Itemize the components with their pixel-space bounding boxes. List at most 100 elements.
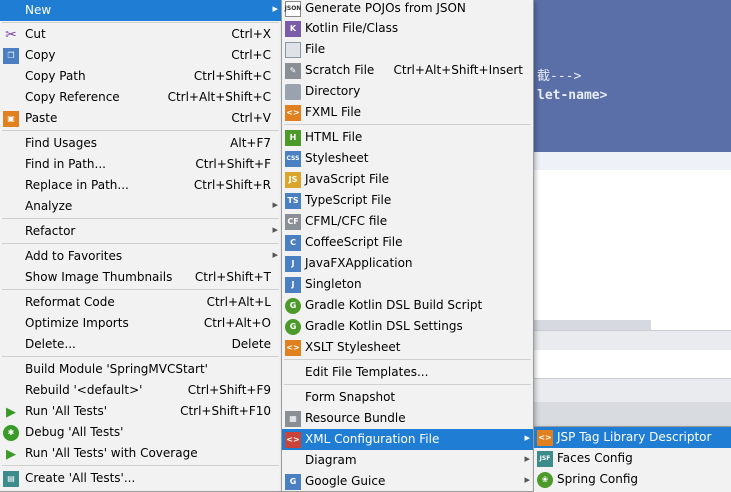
menu-item-new[interactable]: New ▸	[0, 0, 281, 21]
menu-item-label: FXML File	[305, 105, 362, 119]
menu-item-stylesheet[interactable]: CSS Stylesheet	[282, 148, 533, 169]
menu-item-javafx-application[interactable]: J JavaFXApplication	[282, 253, 533, 274]
menu-item-label: Rebuild '<default>'	[25, 383, 143, 397]
menu-item-create-all-tests[interactable]: ▤ Create 'All Tests'...	[0, 468, 281, 489]
menu-item-label: Scratch File	[305, 63, 375, 77]
xml-file-icon: <>	[537, 430, 553, 446]
menu-item-generate-pojos[interactable]: JSON Generate POJOs from JSON	[282, 0, 533, 19]
menu-item-shortcut: Ctrl+C	[231, 48, 271, 62]
menu-item-cfml-file[interactable]: CF CFML/CFC file	[282, 211, 533, 232]
menu-item-typescript-file[interactable]: TS TypeScript File	[282, 190, 533, 211]
editor-code-line: 截--->	[537, 69, 582, 84]
css-file-icon: CSS	[285, 151, 301, 167]
menu-item-label: Kotlin File/Class	[305, 21, 399, 35]
menu-item-spring-config[interactable]: ❀ Spring Config	[534, 469, 731, 490]
create-test-icon: ▤	[3, 471, 19, 487]
google-guice-icon: G	[285, 474, 301, 490]
menu-item-label: XML Configuration File	[305, 432, 440, 446]
menu-item-shortcut: Ctrl+Shift+R	[193, 178, 271, 192]
menu-separator	[284, 384, 531, 385]
menu-item-run-all-tests[interactable]: ▶ Run 'All Tests' Ctrl+Shift+F10	[0, 401, 281, 422]
menu-item-copy-reference[interactable]: Copy Reference Ctrl+Alt+Shift+C	[0, 87, 281, 108]
menu-item-diagram[interactable]: Diagram ▸	[282, 450, 533, 471]
menu-item-reformat-code[interactable]: Reformat Code Ctrl+Alt+L	[0, 292, 281, 313]
menu-item-kotlin-file[interactable]: K Kotlin File/Class	[282, 18, 533, 39]
menu-item-shortcut: Ctrl+Alt+L	[206, 295, 271, 309]
tool-window-bar	[533, 378, 731, 402]
menu-item-label: Run 'All Tests'	[25, 404, 107, 418]
menu-item-build-module[interactable]: Build Module 'SpringMVCStart'	[0, 359, 281, 380]
menu-item-rebuild[interactable]: Rebuild '<default>' Ctrl+Shift+F9	[0, 380, 281, 401]
menu-item-refactor[interactable]: Refactor ▸	[0, 221, 281, 242]
new-submenu: JSON Generate POJOs from JSON K Kotlin F…	[281, 0, 534, 492]
menu-item-label: File	[305, 42, 326, 56]
menu-item-find-usages[interactable]: Find Usages Alt+F7	[0, 133, 281, 154]
menu-item-show-image-thumbnails[interactable]: Show Image Thumbnails Ctrl+Shift+T	[0, 267, 281, 288]
editor-scrollbar[interactable]	[533, 320, 651, 330]
menu-item-form-snapshot[interactable]: Form Snapshot	[282, 387, 533, 408]
menu-item-copy[interactable]: ❐ Copy Ctrl+C	[0, 45, 281, 66]
menu-item-gradle-kotlin-settings[interactable]: G Gradle Kotlin DSL Settings	[282, 316, 533, 337]
menu-item-replace-in-path[interactable]: Replace in Path... Ctrl+Shift+R	[0, 175, 281, 196]
menu-item-fxml-file[interactable]: <> FXML File	[282, 102, 533, 123]
menu-separator	[2, 243, 279, 244]
menu-item-delete[interactable]: Delete... Delete	[0, 334, 281, 355]
copy-icon: ❐	[3, 48, 19, 64]
menu-item-faces-config[interactable]: JSF Faces Config	[534, 448, 731, 469]
menu-item-analyze[interactable]: Analyze ▸	[0, 196, 281, 217]
menu-item-label: CoffeeScript File	[305, 235, 403, 249]
menu-separator	[2, 356, 279, 357]
menu-item-run-with-coverage[interactable]: ▶ Run 'All Tests' with Coverage	[0, 443, 281, 464]
menu-item-label: Faces Config	[557, 451, 633, 465]
menu-item-html-file[interactable]: H HTML File	[282, 127, 533, 148]
menu-item-add-to-favorites[interactable]: Add to Favorites ▸	[0, 246, 281, 267]
menu-item-cut[interactable]: ✂ Cut Ctrl+X	[0, 24, 281, 45]
gradle-icon: G	[285, 319, 301, 335]
menu-separator	[2, 130, 279, 131]
menu-item-shortcut: Ctrl+V	[231, 111, 271, 125]
menu-item-shortcut: Ctrl+Alt+Shift+C	[167, 90, 271, 104]
file-icon	[285, 42, 301, 58]
menu-item-scratch-file[interactable]: ✎ Scratch File Ctrl+Alt+Shift+Insert	[282, 60, 533, 81]
menu-item-edit-file-templates[interactable]: Edit File Templates...	[282, 362, 533, 383]
cfml-file-icon: CF	[285, 214, 301, 230]
menu-item-label: Gradle Kotlin DSL Build Script	[305, 298, 483, 312]
menu-item-label: Create 'All Tests'...	[25, 471, 136, 485]
menu-item-optimize-imports[interactable]: Optimize Imports Ctrl+Alt+O	[0, 313, 281, 334]
menu-item-label: Gradle Kotlin DSL Settings	[305, 319, 463, 333]
menu-item-gradle-kotlin-build[interactable]: G Gradle Kotlin DSL Build Script	[282, 295, 533, 316]
menu-item-label: Add to Favorites	[25, 249, 123, 263]
html-file-icon: H	[285, 130, 301, 146]
menu-item-google-guice[interactable]: G Google Guice ▸	[282, 471, 533, 492]
menu-item-paste[interactable]: ▣ Paste Ctrl+V	[0, 108, 281, 129]
menu-item-shortcut: Ctrl+Shift+F10	[180, 404, 271, 418]
menu-item-file[interactable]: File	[282, 39, 533, 60]
menu-item-label: Reformat Code	[25, 295, 115, 309]
menu-item-label: Find Usages	[25, 136, 98, 150]
menu-item-xslt-stylesheet[interactable]: <> XSLT Stylesheet	[282, 337, 533, 358]
menu-item-debug-all-tests[interactable]: ✱ Debug 'All Tests'	[0, 422, 281, 443]
menu-separator	[2, 22, 279, 23]
menu-item-jsp-tag-library-descriptor[interactable]: <> JSP Tag Library Descriptor	[534, 427, 731, 448]
menu-item-label: Run 'All Tests' with Coverage	[25, 446, 198, 460]
xslt-file-icon: <>	[285, 340, 301, 356]
gradle-icon: G	[285, 298, 301, 314]
menu-item-copy-path[interactable]: Copy Path Ctrl+Shift+C	[0, 66, 281, 87]
menu-item-xml-configuration-file[interactable]: <> XML Configuration File ▸	[282, 429, 533, 450]
menu-item-singleton[interactable]: J Singleton	[282, 274, 533, 295]
resource-bundle-icon: ▦	[285, 411, 301, 427]
menu-item-label: Replace in Path...	[25, 178, 129, 192]
scissors-icon: ✂	[5, 27, 17, 43]
menu-item-label: Cut	[25, 27, 46, 41]
menu-item-find-in-path[interactable]: Find in Path... Ctrl+Shift+F	[0, 154, 281, 175]
menu-item-directory[interactable]: Directory	[282, 81, 533, 102]
menu-item-javascript-file[interactable]: JS JavaScript File	[282, 169, 533, 190]
javascript-file-icon: JS	[285, 172, 301, 188]
xml-configuration-submenu: <> JSP Tag Library Descriptor JSF Faces …	[533, 426, 731, 492]
menu-item-label: Resource Bundle	[305, 411, 406, 425]
menu-item-resource-bundle[interactable]: ▦ Resource Bundle	[282, 408, 533, 429]
tool-window-bar	[533, 330, 731, 350]
folder-icon	[285, 84, 301, 100]
menu-item-coffeescript-file[interactable]: C CoffeeScript File	[282, 232, 533, 253]
java-file-icon: J	[285, 277, 301, 293]
